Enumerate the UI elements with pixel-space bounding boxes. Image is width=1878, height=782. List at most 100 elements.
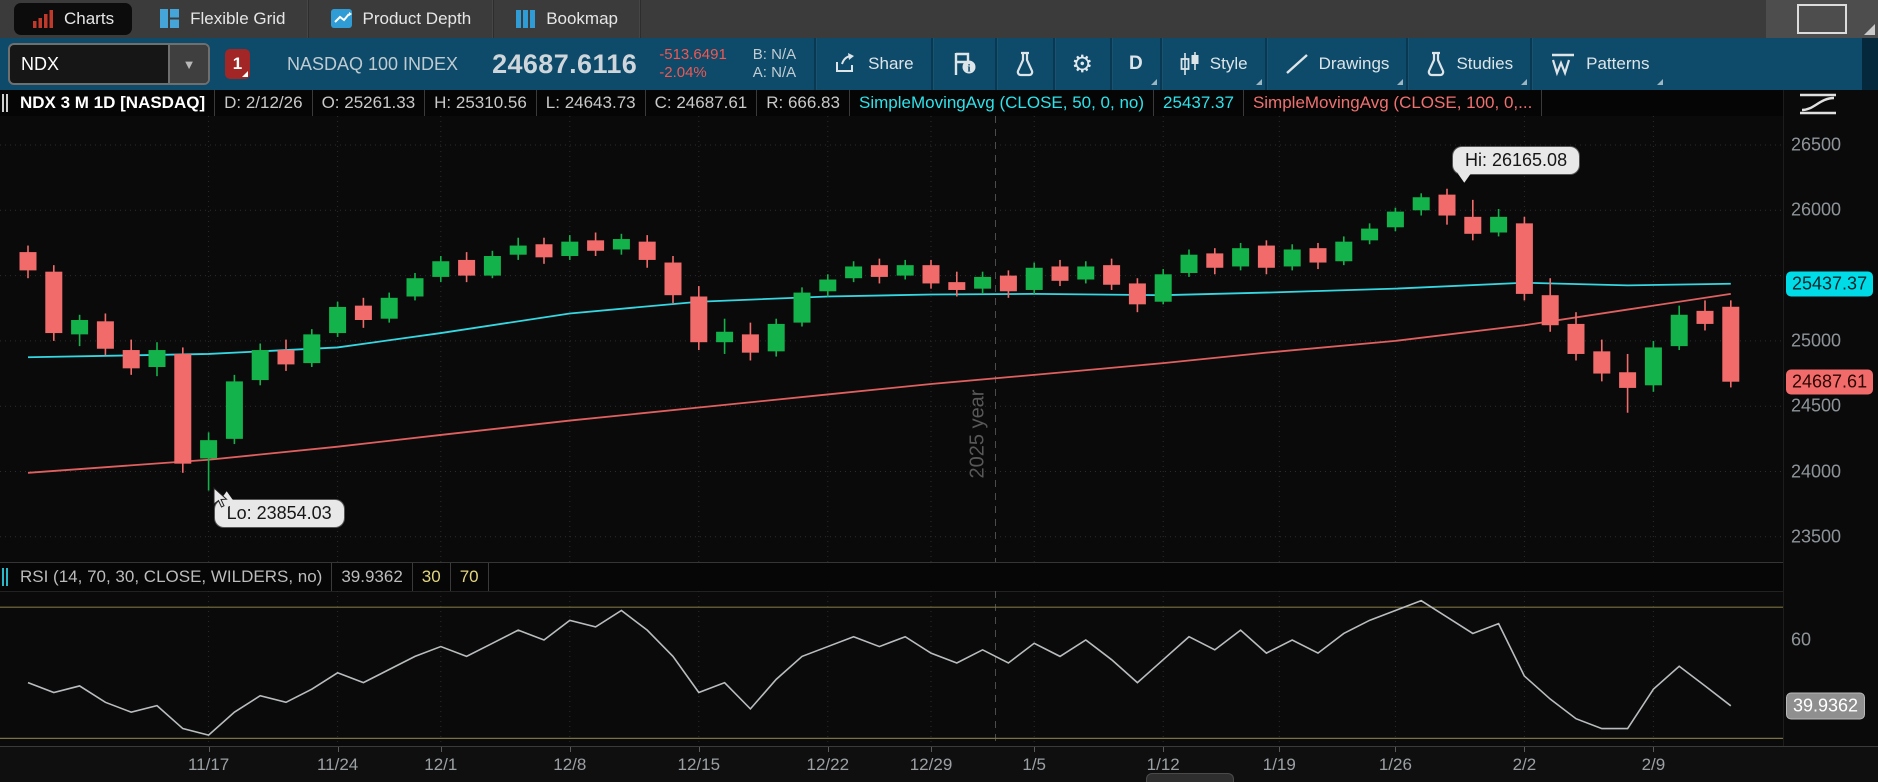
timeframe-button[interactable]: D xyxy=(1112,38,1160,90)
tab-label: Bookmap xyxy=(546,9,619,28)
bid-value: B: N/A xyxy=(752,46,797,64)
ohlc-cell: D: 2/12/26 xyxy=(215,90,313,116)
style-button[interactable]: Style xyxy=(1162,38,1265,90)
price-axis-label: 24000 xyxy=(1791,461,1842,481)
pane-drag-handle[interactable] xyxy=(2,94,8,112)
time-axis-tick xyxy=(1524,747,1526,752)
time-axis-label: 12/22 xyxy=(806,755,850,774)
rsi-label[interactable]: RSI (14, 70, 30, CLOSE, WILDERS, no) xyxy=(11,563,333,591)
bookmap-icon xyxy=(516,9,536,29)
rsi-oversold-level: 30 xyxy=(413,563,451,591)
sma50-label[interactable]: SimpleMovingAvg (CLOSE, 50, 0, no) xyxy=(850,90,1155,116)
time-axis-tick xyxy=(1034,747,1036,752)
time-axis-label: 12/1 xyxy=(424,755,458,774)
pane-drag-handle[interactable] xyxy=(2,568,8,586)
instrument-name: NASDAQ 100 INDEX xyxy=(287,53,459,74)
drawings-button[interactable]: Drawings xyxy=(1267,38,1407,90)
tab-label: Charts xyxy=(64,9,115,28)
tab-charts[interactable]: Charts xyxy=(14,3,133,35)
price-axis-label: 25000 xyxy=(1791,330,1842,351)
depth-icon xyxy=(330,9,353,29)
ask-value: A: N/A xyxy=(752,64,797,81)
symbol-combo[interactable]: NDX ▼ xyxy=(8,43,210,85)
toolbar-end-block xyxy=(1862,38,1878,90)
bid-ask: B: N/A A: N/A xyxy=(753,46,796,81)
time-axis-tick xyxy=(1395,747,1397,752)
time-axis-label: 2/9 xyxy=(1641,755,1666,774)
price-pane[interactable]: 2025 year xyxy=(0,116,1784,562)
svg-text:2025 year: 2025 year xyxy=(967,389,989,478)
last-price: 24687.6116 xyxy=(492,48,638,79)
tab-bar: Charts Flexible Grid Product Depth Bookmap xyxy=(0,0,1878,38)
pattern-icon xyxy=(1549,51,1577,77)
tab-product-depth[interactable]: Product Depth xyxy=(309,0,495,38)
studies-button[interactable]: Studies xyxy=(1408,38,1530,90)
chevron-down-icon: ▼ xyxy=(182,56,196,72)
last-price-marker: 24687.61 xyxy=(1786,369,1874,395)
time-axis-tick xyxy=(1163,747,1165,752)
time-axis-tick xyxy=(931,747,932,752)
link-group-badge[interactable]: 1 xyxy=(225,49,250,79)
time-axis-label: 1/26 xyxy=(1378,755,1412,774)
rsi-value: 39.9362 xyxy=(332,563,413,591)
price-axis[interactable]: 26500 26000 25000 24500 24000 23500 25437.37 24… xyxy=(1783,90,1878,782)
time-axis-tick xyxy=(569,747,571,752)
share-button[interactable]: Share xyxy=(816,38,930,90)
time-axis-tick xyxy=(440,747,442,752)
flag-info-icon: i xyxy=(950,51,978,77)
time-axis[interactable]: 11/17 11/24 12/1 12/8 12/15 12/22 12/29 1/5 1/12… xyxy=(0,746,1878,782)
window-rect-icon xyxy=(1797,4,1847,34)
patterns-button[interactable]: Patterns xyxy=(1532,38,1666,90)
chart-area[interactable]: NDX 3 M 1D [NASDAQ] D: 2/12/26 O: 25261.3… xyxy=(0,90,1878,782)
high-annotation: Hi: 26165.08 xyxy=(1453,146,1580,174)
change-value: -513.6491 xyxy=(659,46,727,64)
price-axis-label: 24500 xyxy=(1791,395,1842,416)
price-axis-label: 26500 xyxy=(1791,134,1842,155)
chart-toolbar: NDX ▼ 1 NASDAQ 100 INDEX 24687.6116 -513… xyxy=(0,38,1878,90)
rsi-pane[interactable] xyxy=(0,591,1784,747)
settings-button[interactable]: ⚙ xyxy=(1055,38,1111,90)
symbol-dropdown-button[interactable]: ▼ xyxy=(168,45,208,83)
auto-scale-icon[interactable] xyxy=(1796,92,1844,116)
time-axis-label: 12/8 xyxy=(553,755,587,774)
style-label: Style xyxy=(1209,54,1248,73)
share-label: Share xyxy=(868,54,914,73)
sma50-value: 25437.37 xyxy=(1154,90,1244,116)
ohlc-cell: L: 24643.73 xyxy=(537,90,646,116)
time-axis-label: 12/29 xyxy=(909,755,953,774)
trendline-icon xyxy=(1284,52,1310,76)
bar-chart-icon xyxy=(32,9,54,29)
flask-icon xyxy=(1014,51,1036,77)
share-icon xyxy=(833,52,859,76)
time-axis-label: 11/24 xyxy=(316,755,359,774)
ohlc-cell: C: 24687.61 xyxy=(646,90,758,116)
ohlc-cell: R: 666.83 xyxy=(757,90,850,116)
tab-label: Flexible Grid xyxy=(190,9,286,28)
rsi-overbought-level: 70 xyxy=(451,563,489,591)
rsi-header: RSI (14, 70, 30, CLOSE, WILDERS, no) 39.… xyxy=(0,562,1878,592)
time-axis-label: 1/5 xyxy=(1022,755,1047,774)
flag-info-button[interactable]: i xyxy=(933,38,995,90)
drawings-label: Drawings xyxy=(1318,54,1390,73)
ohlc-values: D: 2/12/26 O: 25261.33 H: 25310.56 L: 24643… xyxy=(215,90,850,116)
tab-flexible-grid[interactable]: Flexible Grid xyxy=(138,0,309,38)
timeframe-label: D xyxy=(1129,53,1143,74)
sma100-label[interactable]: SimpleMovingAvg (CLOSE, 100, 0,... xyxy=(1244,90,1543,116)
tab-bookmap[interactable]: Bookmap xyxy=(494,0,642,38)
restore-window-button[interactable] xyxy=(1766,0,1878,38)
price-axis-label: 23500 xyxy=(1791,526,1842,547)
rsi-axis-label: 60 xyxy=(1791,629,1812,650)
flask-icon xyxy=(1425,51,1447,77)
chart-title: NDX 3 M 1D [NASDAQ] xyxy=(11,90,216,116)
rsi-value-marker: 39.9362 xyxy=(1786,692,1866,720)
analyze-button[interactable] xyxy=(997,38,1053,90)
time-axis-tick xyxy=(1653,747,1655,752)
ohlc-cell: O: 25261.33 xyxy=(313,90,426,116)
svg-text:i: i xyxy=(967,63,970,75)
time-axis-label: 12/15 xyxy=(677,755,721,774)
app-window: Charts Flexible Grid Product Depth Bookmap … xyxy=(0,0,1878,782)
symbol-input[interactable]: NDX xyxy=(10,45,168,83)
time-axis-label: 11/17 xyxy=(187,755,230,774)
change-percent: -2.04% xyxy=(659,64,707,81)
price-axis-label: 26000 xyxy=(1791,199,1842,220)
